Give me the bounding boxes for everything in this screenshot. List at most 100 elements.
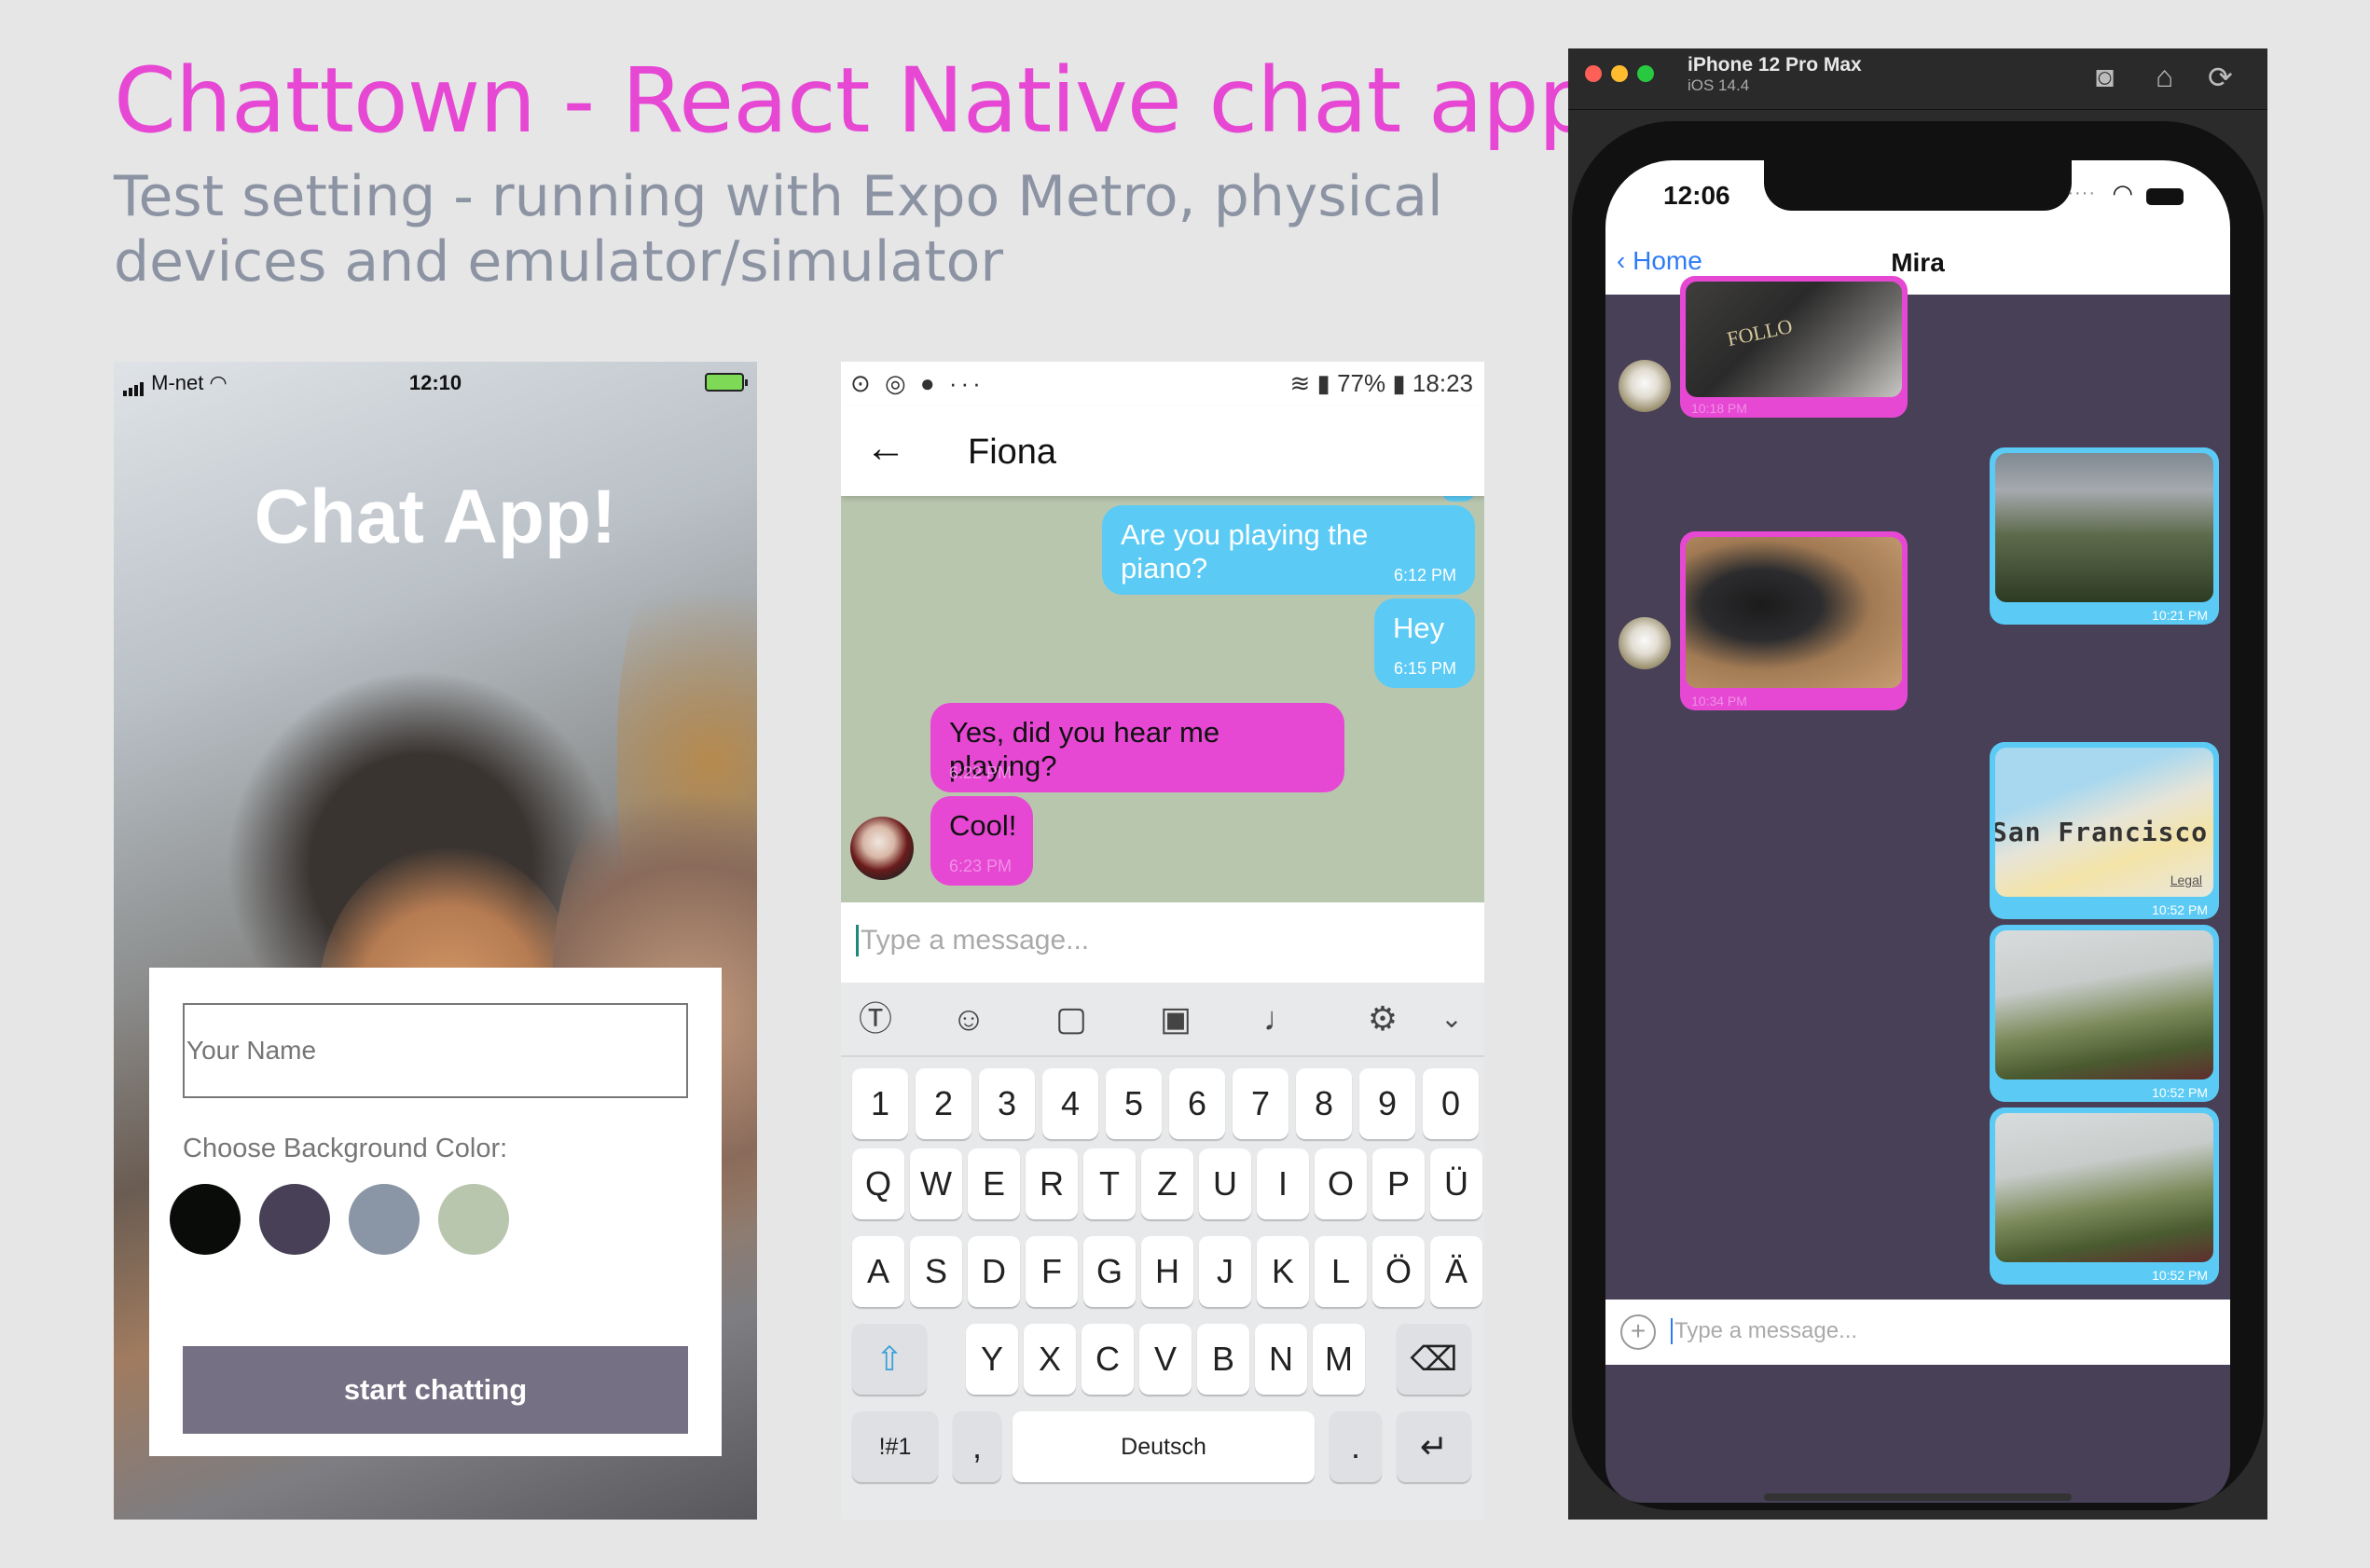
key-5[interactable]: 5	[1106, 1068, 1162, 1139]
color-swatch-green[interactable]	[438, 1184, 509, 1255]
key-F[interactable]: F	[1026, 1236, 1078, 1307]
minimize-window-button[interactable]	[1611, 65, 1628, 82]
key-Ü[interactable]: Ü	[1430, 1148, 1482, 1219]
avatar[interactable]	[1619, 617, 1671, 669]
mic-icon[interactable]: ♩	[1257, 996, 1303, 1042]
message-time: 6:15 PM	[1393, 659, 1456, 678]
period-key[interactable]: .	[1330, 1411, 1382, 1482]
key-O[interactable]: O	[1315, 1148, 1367, 1219]
key-W[interactable]: W	[910, 1148, 962, 1219]
login-card: Choose Background Color: start chatting	[149, 968, 722, 1456]
key-0[interactable]: 0	[1423, 1068, 1479, 1139]
shift-icon: ⇧	[875, 1340, 904, 1378]
key-2[interactable]: 2	[916, 1068, 971, 1139]
image-message[interactable]: 10:34 PM	[1680, 531, 1908, 710]
key-G[interactable]: G	[1083, 1236, 1136, 1307]
key-S[interactable]: S	[910, 1236, 962, 1307]
battery-level: 77%	[1337, 369, 1386, 397]
color-swatch-gray[interactable]	[349, 1184, 420, 1255]
avatar[interactable]	[1619, 360, 1671, 412]
home-indicator[interactable]	[1764, 1493, 2072, 1501]
shift-key[interactable]: ⇧	[852, 1324, 927, 1395]
status-bar: M-net ◠ 12:10	[114, 362, 757, 406]
message-time: 10:52 PM	[2152, 1268, 2208, 1283]
key-Ä[interactable]: Ä	[1430, 1236, 1482, 1307]
key-X[interactable]: X	[1024, 1324, 1076, 1395]
sticker-icon[interactable]: ▢	[1048, 996, 1095, 1042]
add-attachment-icon[interactable]: +	[1620, 1314, 1656, 1350]
close-window-button[interactable]	[1585, 65, 1602, 82]
start-chatting-button[interactable]: start chatting	[183, 1346, 688, 1434]
symbols-key[interactable]: !#1	[852, 1411, 938, 1482]
key-D[interactable]: D	[968, 1236, 1020, 1307]
enter-key[interactable]: ↵	[1397, 1411, 1471, 1482]
backspace-key[interactable]: ⌫	[1397, 1324, 1471, 1395]
settings-icon[interactable]: ⚙	[1359, 996, 1406, 1042]
collapse-icon[interactable]: ⌄	[1428, 996, 1475, 1042]
key-A[interactable]: A	[852, 1236, 904, 1307]
image-message[interactable]: 10:52 PM	[1990, 925, 2219, 1102]
key-H[interactable]: H	[1141, 1236, 1193, 1307]
message-input[interactable]: + Type a message...	[1605, 1300, 2230, 1365]
key-C[interactable]: C	[1082, 1324, 1134, 1395]
chat-area[interactable]: Are you playing the piano? 6:12 PM Hey 6…	[841, 483, 1484, 902]
map-image: San Francisco Legal	[1995, 748, 2213, 897]
key-J[interactable]: J	[1199, 1236, 1251, 1307]
map-legal-link[interactable]: Legal	[2170, 873, 2202, 887]
image-message[interactable]: 10:21 PM	[1990, 447, 2219, 625]
wifi-icon: ◠	[2112, 179, 2133, 207]
color-swatch-black[interactable]	[170, 1184, 241, 1255]
signal-icon: ····	[2067, 183, 2096, 203]
key-R[interactable]: R	[1026, 1148, 1078, 1219]
key-Ö[interactable]: Ö	[1372, 1236, 1425, 1307]
map-label: San Francisco	[1995, 817, 2209, 847]
key-U[interactable]: U	[1199, 1148, 1251, 1219]
color-swatch-purple[interactable]	[259, 1184, 330, 1255]
message-time: 10:21 PM	[2152, 608, 2208, 623]
key-Z[interactable]: Z	[1141, 1148, 1193, 1219]
key-3[interactable]: 3	[979, 1068, 1035, 1139]
key-M[interactable]: M	[1313, 1324, 1365, 1395]
screenshot-icon[interactable]: ◙	[2096, 60, 2114, 94]
contact-name: Fiona	[968, 433, 1057, 472]
space-key[interactable]: Deutsch	[1013, 1411, 1315, 1482]
gif-icon[interactable]: ▣	[1152, 996, 1199, 1042]
emoji-icon[interactable]: ☺	[945, 996, 992, 1042]
zoom-window-button[interactable]	[1637, 65, 1654, 82]
home-icon[interactable]: ⌂	[2156, 60, 2173, 94]
key-P[interactable]: P	[1372, 1148, 1425, 1219]
key-Y[interactable]: Y	[966, 1324, 1018, 1395]
key-Q[interactable]: Q	[852, 1148, 904, 1219]
comma-key[interactable]: ,	[953, 1411, 1001, 1482]
key-T[interactable]: T	[1083, 1148, 1136, 1219]
key-B[interactable]: B	[1197, 1324, 1249, 1395]
message-input[interactable]: Type a message...	[841, 902, 1484, 983]
message-image	[1995, 1113, 2213, 1262]
notification-icons: ⊙ ◎ ● ···	[850, 369, 985, 397]
key-V[interactable]: V	[1139, 1324, 1192, 1395]
key-L[interactable]: L	[1315, 1236, 1367, 1307]
key-1[interactable]: 1	[852, 1068, 908, 1139]
name-input[interactable]	[183, 1003, 688, 1098]
key-8[interactable]: 8	[1296, 1068, 1352, 1139]
back-arrow-icon[interactable]: ←	[865, 425, 906, 472]
app-title: Chat App!	[254, 475, 617, 559]
key-E[interactable]: E	[968, 1148, 1020, 1219]
key-I[interactable]: I	[1257, 1148, 1309, 1219]
key-4[interactable]: 4	[1042, 1068, 1098, 1139]
image-message[interactable]: 10:52 PM	[1990, 1107, 2219, 1285]
key-N[interactable]: N	[1255, 1324, 1307, 1395]
key-6[interactable]: 6	[1169, 1068, 1225, 1139]
message-text: Cool!	[949, 809, 1017, 842]
key-7[interactable]: 7	[1233, 1068, 1288, 1139]
map-message[interactable]: San Francisco Legal 10:52 PM	[1990, 742, 2219, 919]
message-time: 10:52 PM	[2152, 902, 2208, 917]
message-input-placeholder: Type a message...	[1671, 1318, 1857, 1344]
key-9[interactable]: 9	[1359, 1068, 1415, 1139]
avatar[interactable]	[850, 817, 914, 880]
key-K[interactable]: K	[1257, 1236, 1309, 1307]
text-mode-icon[interactable]: Ⓣ	[852, 996, 899, 1042]
status-right: ≋ ▮ 77% ▮ 18:23	[1290, 369, 1473, 398]
image-message[interactable]: FOLLO 10:18 PM	[1680, 276, 1908, 418]
rotate-icon[interactable]: ⟳	[2208, 60, 2233, 95]
